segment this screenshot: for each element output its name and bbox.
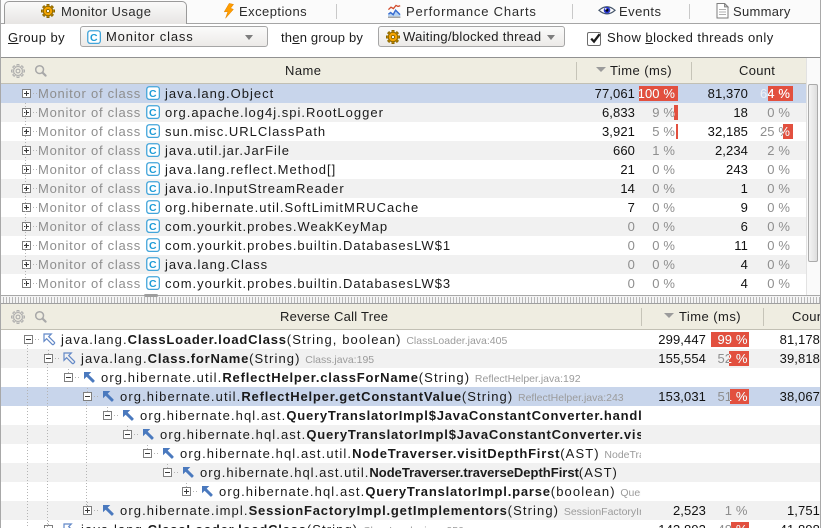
- svg-text:C: C: [149, 240, 157, 252]
- svg-text:C: C: [149, 259, 157, 271]
- svg-text:C: C: [149, 126, 157, 138]
- svg-text:C: C: [149, 221, 157, 233]
- svg-text:C: C: [149, 107, 157, 119]
- svg-text:C: C: [90, 32, 98, 44]
- svg-text:C: C: [149, 183, 157, 195]
- svg-text:C: C: [149, 164, 157, 176]
- svg-text:C: C: [149, 278, 157, 290]
- svg-text:C: C: [149, 145, 157, 157]
- svg-text:C: C: [149, 88, 157, 100]
- svg-text:C: C: [149, 202, 157, 214]
